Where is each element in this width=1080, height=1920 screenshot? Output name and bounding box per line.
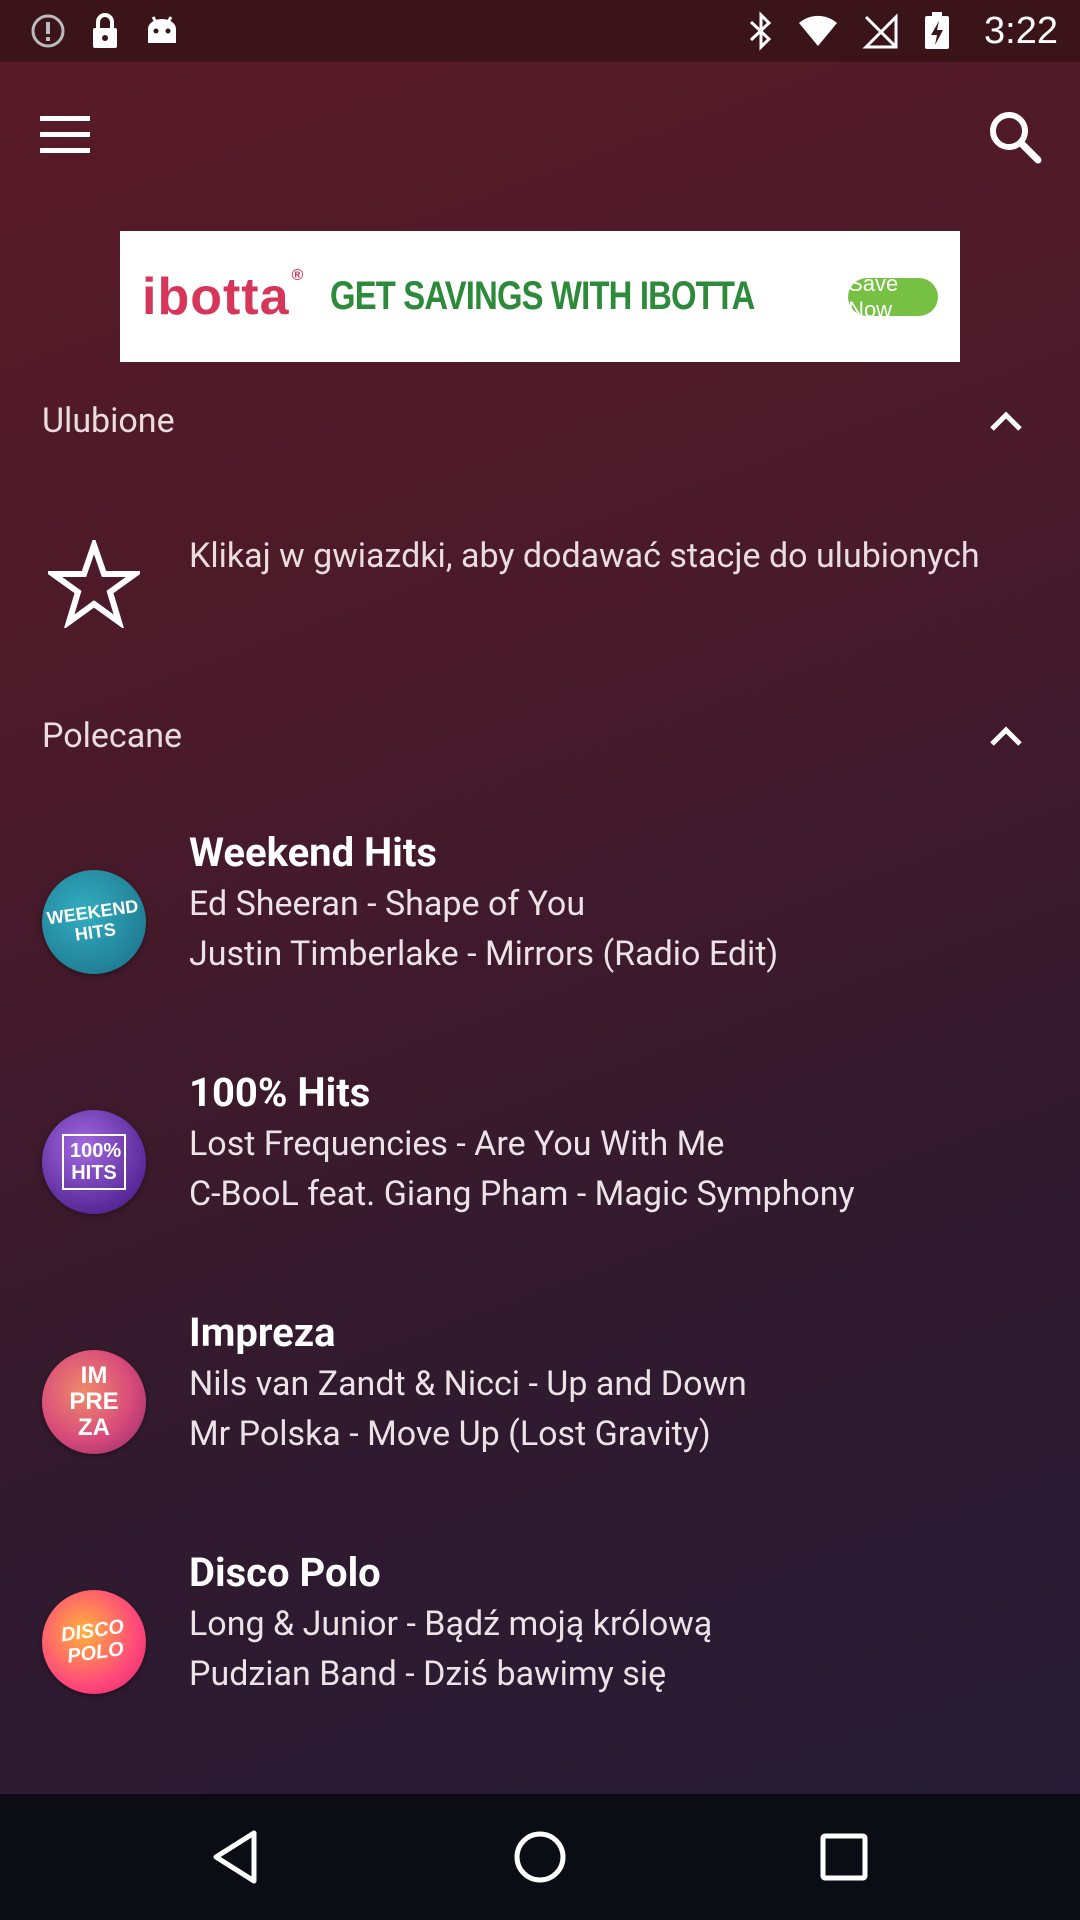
android-icon bbox=[144, 13, 180, 49]
station-track-line: Lost Frequencies - Are You With Me bbox=[189, 1124, 725, 1164]
station-name: Weekend Hits bbox=[189, 829, 437, 876]
ad-brand-logo: ibotta ® bbox=[142, 266, 305, 326]
recent-apps-button[interactable] bbox=[814, 1827, 874, 1887]
back-button[interactable] bbox=[206, 1827, 266, 1887]
battery-charging-icon bbox=[922, 11, 952, 51]
station-track-line: Mr Polska - Move Up (Lost Gravity) bbox=[189, 1414, 711, 1454]
chevron-up-icon[interactable] bbox=[986, 403, 1026, 439]
star-outline-icon bbox=[48, 540, 140, 628]
station-item[interactable]: IM PRE ZA Impreza Nils van Zandt & Nicci… bbox=[0, 1309, 1080, 1530]
station-logo-disco-polo: DISCO POLO bbox=[42, 1590, 146, 1694]
station-item[interactable]: 100% HITS 100% Hits Lost Frequencies - A… bbox=[0, 1069, 1080, 1290]
station-track-line: C-BooL feat. Giang Pham - Magic Symphony bbox=[189, 1174, 855, 1214]
station-name: Impreza bbox=[189, 1309, 336, 1356]
station-track-line: Long & Junior - Bądź moją królową bbox=[189, 1604, 713, 1644]
search-icon bbox=[990, 112, 1042, 164]
app-bar bbox=[0, 62, 1080, 212]
no-signal-icon bbox=[862, 13, 898, 49]
station-logo-100-hits: 100% HITS bbox=[42, 1110, 146, 1214]
station-logo-weekend-hits: WEEKEND HITS bbox=[42, 870, 146, 974]
recent-apps-square-icon bbox=[820, 1833, 868, 1881]
station-track-line: Justin Timberlake - Mirrors (Radio Edit) bbox=[189, 934, 779, 974]
status-bar-right: 3:22 bbox=[748, 10, 1058, 53]
station-item[interactable]: DISCO POLO Disco Polo Long & Junior - Bą… bbox=[0, 1549, 1080, 1770]
favorites-section-header[interactable]: Ulubione bbox=[0, 381, 1080, 461]
recommended-section-header[interactable]: Polecane bbox=[0, 696, 1080, 776]
lock-icon bbox=[90, 12, 120, 50]
clock: 3:22 bbox=[984, 9, 1058, 52]
station-track-line: Ed Sheeran - Shape of You bbox=[189, 884, 586, 924]
station-track-line: Pudzian Band - Dziś bawimy się bbox=[189, 1654, 667, 1694]
station-track-line: Nils van Zandt & Nicci - Up and Down bbox=[189, 1364, 747, 1404]
status-bar: 3:22 bbox=[0, 0, 1080, 62]
favorites-empty-hint: Klikaj w gwiazdki, aby dodawać stacje do… bbox=[0, 520, 1080, 640]
wifi-icon bbox=[798, 14, 838, 48]
station-name: Disco Polo bbox=[189, 1549, 381, 1596]
station-name: 100% Hits bbox=[189, 1069, 371, 1116]
recommended-title: Polecane bbox=[42, 716, 183, 756]
alert-circle-icon bbox=[30, 13, 66, 49]
favorites-hint-text: Klikaj w gwiazdki, aby dodawać stacje do… bbox=[189, 536, 980, 576]
status-bar-left bbox=[30, 12, 180, 50]
favorites-title: Ulubione bbox=[42, 401, 175, 441]
ad-banner[interactable]: ibotta ® GET SAVINGS WITH IBOTTA Save Now bbox=[120, 231, 960, 362]
search-button[interactable] bbox=[986, 108, 1046, 168]
back-triangle-icon bbox=[213, 1830, 257, 1884]
system-nav-bar bbox=[0, 1794, 1080, 1920]
bluetooth-icon bbox=[748, 11, 774, 51]
menu-button[interactable] bbox=[40, 110, 106, 160]
ad-headline: GET SAVINGS WITH IBOTTA bbox=[330, 274, 755, 318]
menu-icon bbox=[40, 116, 90, 153]
station-item[interactable]: WEEKEND HITS Weekend Hits Ed Sheeran - S… bbox=[0, 829, 1080, 1050]
chevron-up-icon[interactable] bbox=[986, 718, 1026, 754]
home-button[interactable] bbox=[510, 1827, 570, 1887]
station-logo-impreza: IM PRE ZA bbox=[42, 1350, 146, 1454]
home-circle-icon bbox=[514, 1831, 566, 1883]
ad-cta-button[interactable]: Save Now bbox=[848, 271, 938, 322]
